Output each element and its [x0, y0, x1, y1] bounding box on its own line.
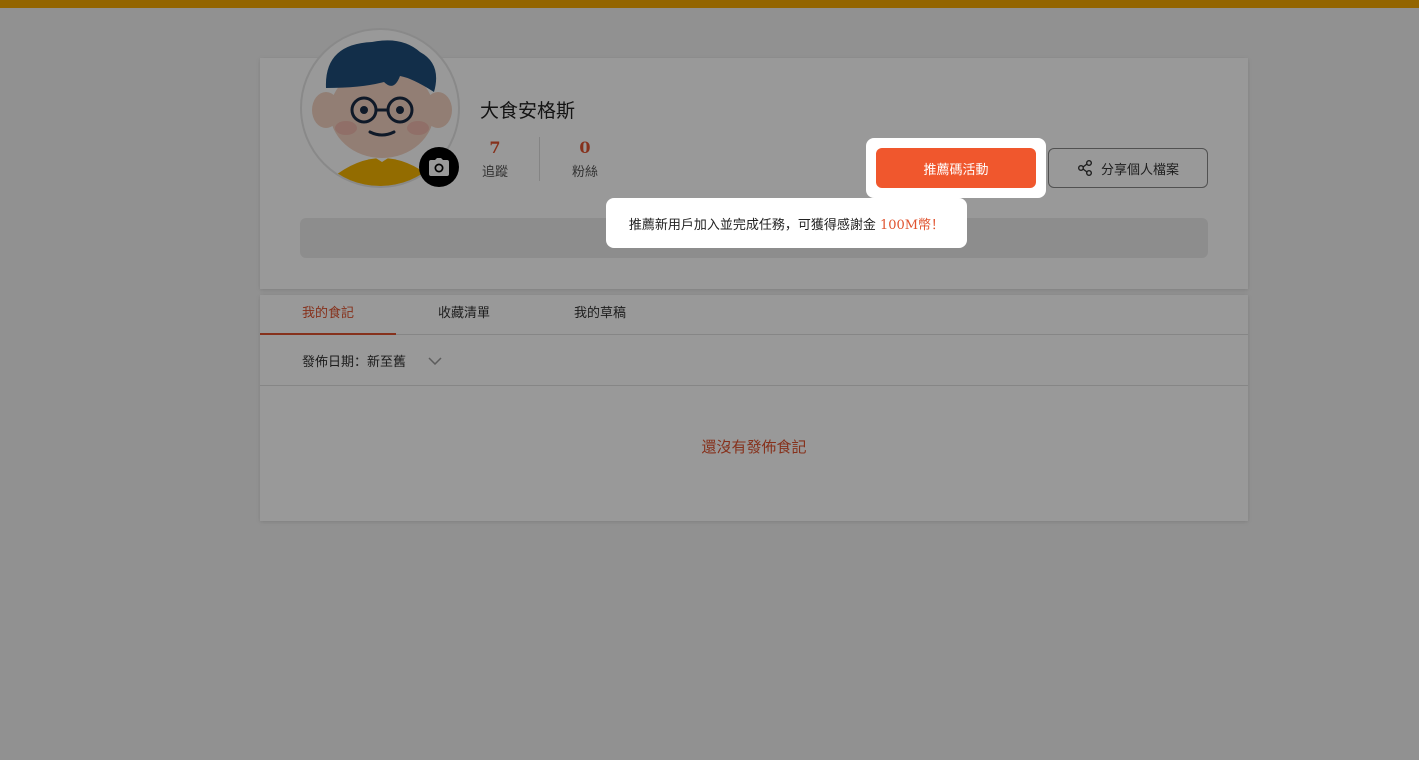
referral-tooltip-highlight: 100M幣！ [879, 217, 945, 233]
modal-overlay[interactable] [0, 0, 1419, 760]
referral-tooltip-text: 推薦新用戶加入並完成任務，可獲得感謝金 [628, 217, 876, 233]
referral-campaign-button[interactable]: 推薦碼活動 [876, 148, 1036, 188]
referral-tooltip: 推薦新用戶加入並完成任務，可獲得感謝金 100M幣！ [606, 198, 967, 248]
